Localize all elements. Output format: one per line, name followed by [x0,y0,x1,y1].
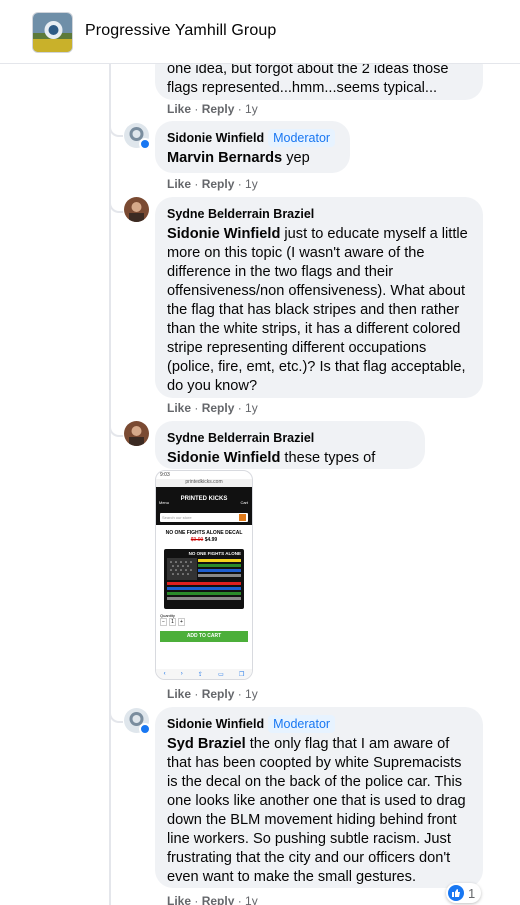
comment-actions: Like · Reply · 1y [167,177,258,191]
product-title: NO ONE FIGHTS ALONE DECAL [165,530,243,536]
comment-author[interactable]: Sidonie Winfield [167,717,264,731]
site-search-input: Search our store [162,515,192,520]
moderator-badge-icon [139,138,151,150]
comment-age: 1y [245,177,258,191]
group-title[interactable]: Progressive Yamhill Group [85,22,276,40]
comment-age: 1y [245,894,258,905]
comment-age: 1y [245,102,258,116]
comment-author[interactable]: Sydne Belderrain Braziel [167,207,314,221]
moderator-badge: Moderator [268,129,336,147]
phone-url-bar: printedkicks.com [156,479,252,487]
comment-author[interactable]: Sidonie Winfield [167,131,264,145]
quantity-increment-button[interactable]: + [178,618,185,626]
old-price: $9.99 [190,537,204,543]
price: $4.99 [204,537,218,543]
comment-actions: Like · Reply · 1y [167,894,258,905]
thread-elbow [109,707,123,723]
moderator-badge: Moderator [268,715,336,733]
attached-image[interactable]: 9:03 printedkicks.com PRINTED KICKS Menu… [155,470,253,680]
thin-line-flag-icon [167,558,241,600]
tabs-icon: ❐ [238,671,245,678]
quantity-decrement-button[interactable]: − [160,618,167,626]
quantity-value[interactable]: 1 [169,618,176,626]
forward-icon: › [180,671,183,677]
thread-line [109,64,111,905]
comment-text: the only flag that I am aware of that ha… [167,736,466,885]
phone-status-bar: 9:03 [160,472,170,478]
reaction-count-value: 1 [468,885,476,901]
comment-age: 1y [245,401,258,415]
site-cart[interactable]: Cart [240,500,248,505]
reply-button[interactable]: Reply [202,102,235,116]
like-button[interactable]: Like [167,177,191,191]
site-logo: PRINTED KICKS [180,496,228,502]
decal-image: NO ONE FIGHTS ALONE [164,549,244,609]
reply-button[interactable]: Reply [202,177,235,191]
site-header: PRINTED KICKS Menu Cart [156,487,252,511]
comment-text: just to educate myself a little more on … [167,226,468,394]
search-icon [239,514,246,521]
thread-elbow [109,421,123,437]
avatar[interactable] [124,197,149,222]
group-avatar[interactable] [32,12,73,53]
reply-button[interactable]: Reply [202,894,235,905]
moderator-badge-icon [139,723,151,735]
mention-link[interactable]: Syd Braziel [167,736,246,752]
mention-link[interactable]: Marvin Bernards [167,150,282,166]
comment-bubble: Sidonie Winfield Moderator Marvin Bernard… [155,121,350,173]
reaction-count[interactable]: 1 [446,883,482,903]
add-to-cart-button[interactable]: ADD TO CART [160,631,248,642]
comment-text: yep [282,150,310,166]
bookmarks-icon: ▭ [218,671,224,678]
comment-actions: Like · Reply · 1y [167,401,258,415]
like-reaction-icon [448,885,464,901]
comment-author[interactable]: Sydne Belderrain Braziel [167,431,314,445]
like-button[interactable]: Like [167,687,191,701]
thread-elbow [109,121,123,137]
like-button[interactable]: Like [167,894,191,905]
comment-actions: Like · Reply · 1y [167,102,258,116]
comment-bubble: Sydne Belderrain Braziel Sidonie Winfiel… [155,197,483,398]
decal-title: NO ONE FIGHTS ALONE [188,551,241,556]
like-button[interactable]: Like [167,102,191,116]
site-search: Search our store [156,511,252,525]
comment-age: 1y [245,687,258,701]
mention-link[interactable]: Sidonie Winfield [167,226,280,242]
comment-actions: Like · Reply · 1y [167,687,258,701]
back-icon: ‹ [163,671,166,677]
reply-button[interactable]: Reply [202,401,235,415]
reply-button[interactable]: Reply [202,687,235,701]
thread-elbow [109,197,123,213]
comment-text-line: flags represented...hmm...seems typical.… [167,80,438,96]
site-menu[interactable]: Menu [159,500,169,505]
like-button[interactable]: Like [167,401,191,415]
comment-bubble: Sidonie Winfield Moderator Syd Braziel th… [155,707,483,888]
group-header: Progressive Yamhill Group [0,0,520,64]
share-icon: ⇪ [197,671,203,678]
phone-nav-bar: ‹ › ⇪ ▭ ❐ [156,669,252,679]
comment-bubble: Sydne Belderrain Braziel Sidonie Winfiel… [155,421,425,485]
mention-link[interactable]: Sidonie Winfield [167,450,280,466]
avatar[interactable] [124,421,149,446]
